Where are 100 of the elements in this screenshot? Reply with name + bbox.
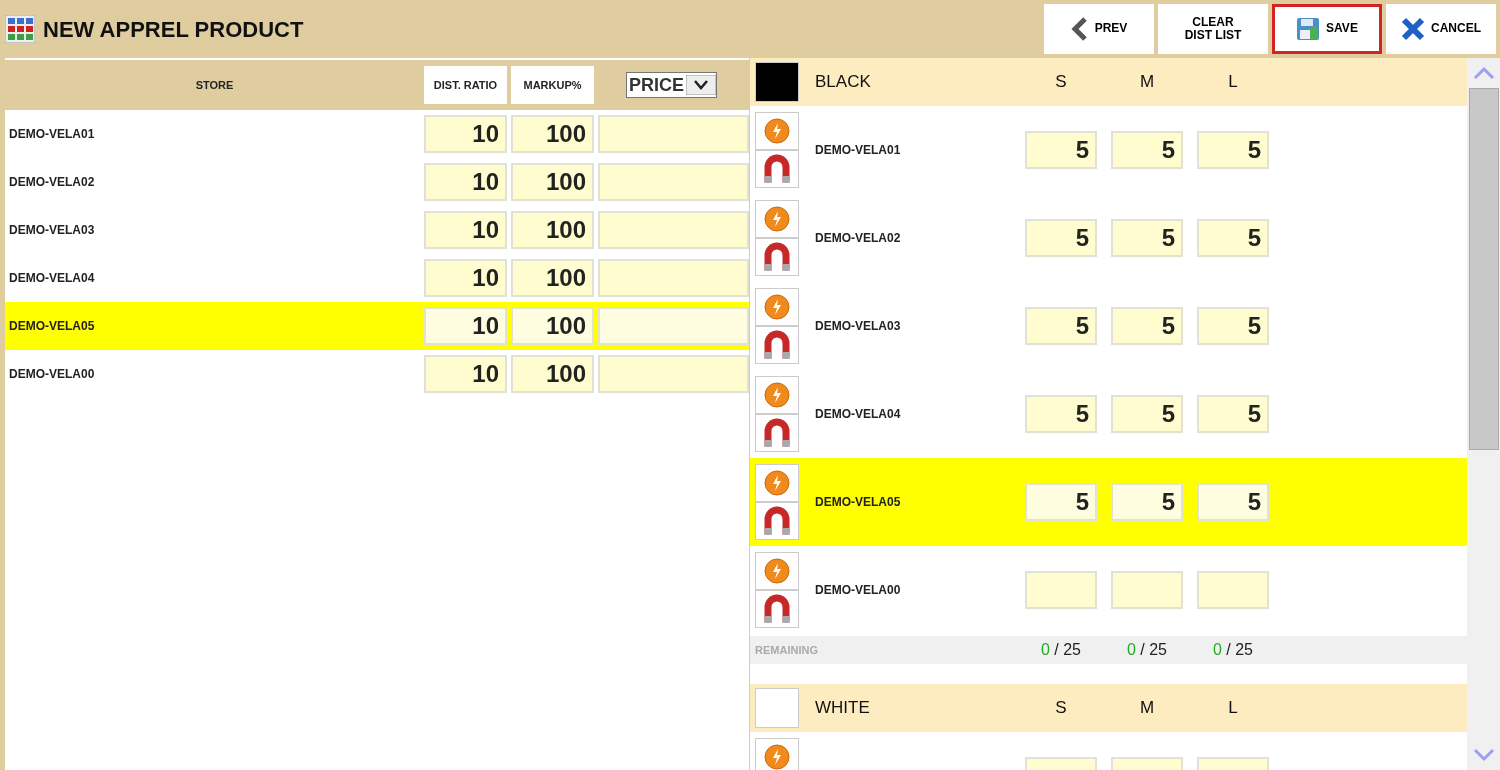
ratio-field[interactable]: 10 (424, 259, 507, 297)
magnet-icon (764, 330, 790, 360)
auto-fill-button[interactable] (755, 464, 799, 502)
price-field[interactable] (598, 307, 749, 345)
quantity-field[interactable]: 5 (1111, 307, 1183, 345)
magnet-icon (764, 506, 790, 536)
store-name: DEMO-VELA03 (8, 222, 96, 239)
table-row[interactable]: DEMO-VELA00 10 100 (5, 350, 749, 398)
quantity-field[interactable]: 5 (1197, 219, 1269, 257)
price-field[interactable] (598, 163, 749, 201)
selected-row[interactable]: DEMO-VELA05 5 5 5 (750, 458, 1467, 546)
price-field[interactable] (598, 259, 749, 297)
quantity-field[interactable]: 5 (1025, 483, 1097, 521)
price-dropdown[interactable]: PRICE (626, 72, 717, 98)
size-header: S (1054, 697, 1068, 720)
ratio-field[interactable]: 10 (424, 211, 507, 249)
markup-field[interactable]: 100 (511, 163, 594, 201)
quantity-field[interactable]: 5 (1111, 219, 1183, 257)
table-row[interactable]: DEMO-VELA02 10 100 (5, 158, 749, 206)
table-row[interactable]: DEMO-VELA02 5 5 5 (750, 194, 1467, 282)
auto-fill-button[interactable] (755, 738, 799, 770)
magnet-icon (764, 154, 790, 184)
quantity-field[interactable]: 5 (1197, 131, 1269, 169)
distribute-button[interactable] (755, 326, 799, 364)
table-row[interactable]: DEMO-VELA01 5 5 5 (750, 106, 1467, 194)
store-name: DEMO-VELA00 (8, 366, 96, 383)
column-header: STORE (194, 77, 235, 93)
table-row[interactable]: DEMO-VELA01 10 100 (5, 110, 749, 158)
store-name: DEMO-VELA05 (8, 318, 96, 335)
quantity-field[interactable]: 5 (1025, 131, 1097, 169)
app-grid-icon (5, 15, 35, 43)
scroll-down-icon[interactable] (1472, 748, 1495, 762)
distribute-button[interactable] (755, 414, 799, 452)
ratio-field[interactable]: 10 (424, 115, 507, 153)
price-field[interactable] (598, 115, 749, 153)
size-header: L (1227, 697, 1239, 720)
quantity-field[interactable]: 5 (1111, 131, 1183, 169)
quantity-field[interactable]: 5 (1025, 395, 1097, 433)
markup-field[interactable]: 100 (511, 211, 594, 249)
magnet-icon (764, 594, 790, 624)
distribute-button[interactable] (755, 590, 799, 628)
store-name: DEMO-VELA05 (814, 494, 902, 511)
quantity-field[interactable] (1025, 571, 1097, 609)
distribute-button[interactable] (755, 502, 799, 540)
table-row[interactable]: DEMO-VELA04 10 100 (5, 254, 749, 302)
ratio-field[interactable]: 10 (424, 307, 507, 345)
clear-button[interactable]: CLEAR DIST LIST (1158, 4, 1268, 54)
lightning-icon (764, 744, 790, 770)
lightning-icon (764, 558, 790, 584)
store-name: DEMO-VELA04 (8, 270, 96, 287)
lightning-icon (764, 382, 790, 408)
column-header: DIST. RATIO (424, 66, 507, 104)
store-name: DEMO-VELA02 (814, 230, 902, 247)
quantity-field[interactable] (1111, 571, 1183, 609)
distribute-button[interactable] (755, 238, 799, 276)
scroll-up-icon[interactable] (1472, 66, 1495, 80)
store-name: DEMO-VELA04 (814, 406, 902, 423)
quantity-field[interactable]: 5 (1111, 483, 1183, 521)
ratio-field[interactable]: 10 (424, 355, 507, 393)
cancel-button[interactable]: CANCEL (1386, 4, 1496, 54)
color-name: BLACK (814, 71, 872, 94)
store-name: DEMO-VELA00 (814, 582, 902, 599)
lightning-icon (764, 206, 790, 232)
lightning-icon (764, 294, 790, 320)
table-row[interactable]: DEMO-VELA04 5 5 5 (750, 370, 1467, 458)
markup-field[interactable]: 100 (511, 259, 594, 297)
auto-fill-button[interactable] (755, 200, 799, 238)
auto-fill-button[interactable] (755, 376, 799, 414)
quantity-field[interactable]: 5 (1197, 483, 1269, 521)
quantity-field[interactable]: 5 (1197, 395, 1269, 433)
price-field[interactable] (598, 211, 749, 249)
price-field[interactable] (598, 355, 749, 393)
quantity-field[interactable]: 5 (1111, 395, 1183, 433)
table-row[interactable]: DEMO-VELA03 10 100 (5, 206, 749, 254)
save-button[interactable]: SAVE (1272, 4, 1382, 54)
auto-fill-button[interactable] (755, 552, 799, 590)
auto-fill-button[interactable] (755, 288, 799, 326)
markup-field[interactable]: 100 (511, 115, 594, 153)
window-title: NEW APPREL PRODUCT (43, 15, 304, 44)
store-name: DEMO-VELA01 (814, 142, 902, 159)
table-row[interactable]: DEMO-VELA00 (750, 546, 1467, 634)
quantity-field[interactable]: 5 (1197, 307, 1269, 345)
remaining-count: 0 / 25 (1039, 640, 1082, 660)
lightning-icon (764, 118, 790, 144)
quantity-field[interactable] (1197, 571, 1269, 609)
quantity-field[interactable]: 5 (1025, 307, 1097, 345)
prev-button[interactable]: PREV (1044, 4, 1154, 54)
auto-fill-button[interactable] (755, 112, 799, 150)
store-name: DEMO-VELA01 (8, 126, 96, 143)
distribute-button[interactable] (755, 150, 799, 188)
ratio-field[interactable]: 10 (424, 163, 507, 201)
markup-field[interactable]: 100 (511, 355, 594, 393)
store-name: DEMO-VELA03 (814, 318, 902, 335)
markup-field[interactable]: 100 (511, 307, 594, 345)
quantity-field[interactable]: 5 (1025, 219, 1097, 257)
size-header: L (1227, 71, 1239, 94)
selected-row[interactable]: DEMO-VELA05 10 100 (5, 302, 749, 350)
magnet-icon (764, 418, 790, 448)
scrollbar-thumb[interactable] (1468, 88, 1499, 450)
table-row[interactable]: DEMO-VELA03 5 5 5 (750, 282, 1467, 370)
